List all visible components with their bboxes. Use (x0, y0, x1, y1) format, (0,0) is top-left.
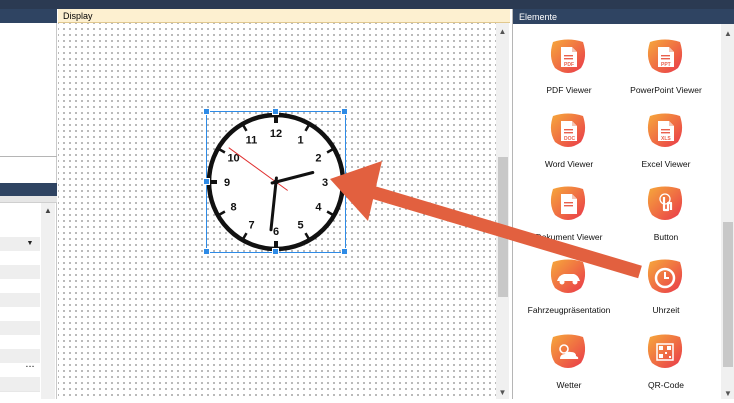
scroll-up-icon[interactable]: ▲ (721, 29, 734, 38)
qr-code-icon (644, 331, 686, 373)
element-tile[interactable]: PPT PowerPoint Viewer (618, 34, 714, 108)
display-title: Display (63, 11, 93, 21)
elements-panel: Elemente PDF PDF Viewer PPT PowerPoint View… (512, 9, 734, 399)
element-tile[interactable]: PDF PDF Viewer (521, 34, 617, 108)
element-label: Uhrzeit (652, 305, 680, 315)
property-row[interactable] (0, 223, 40, 238)
design-canvas[interactable]: 12 1 2 3 4 5 6 7 8 9 10 11 (58, 23, 496, 399)
tap-hand-icon (644, 183, 686, 225)
property-row[interactable] (0, 265, 40, 280)
xls-document-icon: XLS (644, 110, 686, 152)
dropdown-arrow-icon[interactable]: ▼ (24, 240, 36, 250)
car-icon (547, 256, 589, 298)
doc-document-icon: DOC (547, 110, 589, 152)
properties-scrollbar[interactable] (41, 203, 55, 399)
left-divider (0, 156, 57, 157)
left-panel: ▲ ▼ ... (0, 9, 57, 399)
resize-handle-bottom[interactable] (272, 248, 279, 255)
element-tile[interactable]: QR-Code (618, 329, 714, 403)
scroll-up-icon[interactable]: ▲ (496, 27, 509, 36)
resize-handle-top[interactable] (272, 108, 279, 115)
property-row[interactable] (0, 279, 40, 294)
property-row[interactable] (0, 251, 40, 266)
element-label: Wetter (556, 380, 582, 390)
element-label: QR-Code (648, 380, 684, 390)
weather-icon (547, 331, 589, 373)
property-row[interactable] (0, 321, 40, 336)
file-type-badge: XLS (661, 136, 671, 142)
resize-handle-left[interactable] (203, 178, 210, 185)
scroll-up-icon[interactable]: ▲ (41, 206, 55, 216)
clock-icon (644, 256, 686, 298)
clock-widget[interactable]: 12 1 2 3 4 5 6 7 8 9 10 11 (203, 108, 348, 255)
left-top-header (0, 9, 57, 23)
ellipsis-button[interactable]: ... (22, 359, 38, 373)
resize-handle-right[interactable] (341, 178, 348, 185)
file-type-badge: DOC (564, 136, 576, 142)
element-tile[interactable]: Fahrzeugpräsentation (521, 254, 617, 328)
file-type-badge: PPT (661, 62, 671, 68)
elements-scroll-thumb[interactable] (723, 222, 733, 367)
display-scroll-thumb[interactable] (498, 157, 508, 297)
element-tile[interactable]: DOC Word Viewer (521, 108, 617, 182)
property-row[interactable] (0, 335, 40, 350)
element-label: Fahrzeugpräsentation (527, 305, 611, 315)
pdf-document-icon: PDF (547, 36, 589, 78)
properties-header (0, 183, 57, 196)
display-panel: Display 12 1 2 3 4 5 6 7 8 9 10 11 ▲ ▼ (58, 9, 510, 399)
property-row[interactable] (0, 307, 40, 322)
element-label: Excel Viewer (641, 159, 691, 169)
window-top-bar (0, 0, 734, 9)
resize-handle-bottom-left[interactable] (203, 248, 210, 255)
file-type-badge: PDF (564, 62, 574, 68)
elements-title: Elemente (519, 12, 558, 22)
pptx-document-icon: PPT (644, 36, 686, 78)
resize-handle-top-right[interactable] (341, 108, 348, 115)
selection-box[interactable] (206, 111, 346, 253)
property-row[interactable] (0, 377, 40, 392)
scroll-down-icon[interactable]: ▼ (721, 389, 734, 398)
element-label: PowerPoint Viewer (630, 85, 702, 95)
element-label: Dokument Viewer (535, 232, 603, 242)
display-header: Display (58, 9, 510, 23)
element-tile[interactable]: Uhrzeit (618, 254, 714, 328)
property-row[interactable] (0, 293, 40, 308)
properties-tabstrip (0, 196, 57, 203)
element-label: PDF Viewer (546, 85, 592, 95)
element-tile[interactable]: XLS Excel Viewer (618, 108, 714, 182)
resize-handle-bottom-right[interactable] (341, 248, 348, 255)
element-tile[interactable]: Wetter (521, 329, 617, 403)
element-tile[interactable]: Dokument Viewer (521, 181, 617, 255)
element-label: Button (653, 232, 679, 242)
elements-header: Elemente (513, 9, 734, 24)
element-tile[interactable]: Button (618, 181, 714, 255)
resize-handle-top-left[interactable] (203, 108, 210, 115)
scroll-down-icon[interactable]: ▼ (496, 388, 509, 397)
element-label: Word Viewer (544, 159, 594, 169)
document-icon (547, 183, 589, 225)
